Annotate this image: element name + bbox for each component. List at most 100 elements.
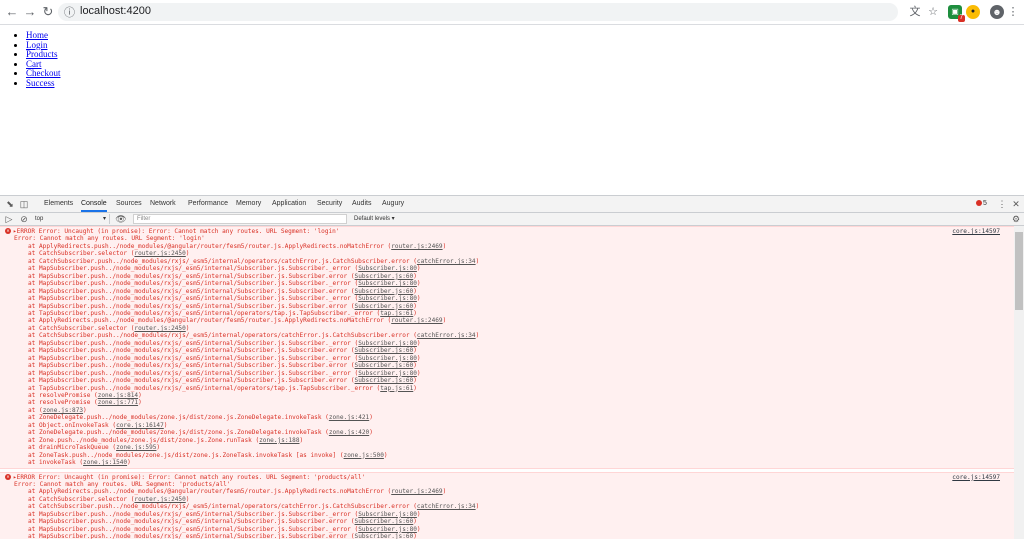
console-output[interactable]: ✕▸ERROR Error: Uncaught (in promise): Er… xyxy=(0,226,1014,539)
stack-frame: at MapSubscriber.push../node_modules/rxj… xyxy=(0,370,1014,377)
stack-frame-link[interactable]: Subscriber.js:60 xyxy=(355,362,414,369)
sidebar-toggle-icon[interactable]: ▷ xyxy=(3,213,15,225)
console-error-message: ✕▸ERROR Error: Uncaught (in promise): Er… xyxy=(0,226,1014,469)
nav-link-home[interactable]: Home xyxy=(26,30,48,40)
stack-frame-link[interactable]: zone.js:188 xyxy=(259,437,299,444)
stack-frame-text: at CatchSubscriber.selector xyxy=(28,325,127,332)
stack-frame-link[interactable]: catchError.js:34 xyxy=(417,503,476,510)
stack-frame-link[interactable]: Subscriber.js:60 xyxy=(355,377,414,384)
error-header[interactable]: ✕▸ERROR Error: Uncaught (in promise): Er… xyxy=(0,228,1014,235)
stack-frame-link[interactable]: zone.js:420 xyxy=(329,429,369,436)
error-source-link[interactable]: core.js:14597 xyxy=(952,474,1000,481)
stack-frame-link[interactable]: Subscriber.js:80 xyxy=(358,295,417,302)
clear-console-icon[interactable]: ⊘ xyxy=(18,213,30,225)
stack-frame-text: at CatchSubscriber.push../node_modules/r… xyxy=(28,503,410,510)
extension-icon[interactable]: ▣7 xyxy=(948,5,962,19)
extension-round-icon[interactable]: ● xyxy=(966,5,980,19)
stack-frame: at drainMicroTaskQueue (zone.js:595) xyxy=(0,444,1014,451)
stack-frame-link[interactable]: zone.js:1540 xyxy=(83,459,127,466)
stack-frame-link[interactable]: Subscriber.js:60 xyxy=(355,288,414,295)
stack-frame-link[interactable]: zone.js:421 xyxy=(329,414,369,421)
error-header[interactable]: ✕▸ERROR Error: Uncaught (in promise): Er… xyxy=(0,474,1014,481)
scrollbar-thumb[interactable] xyxy=(1015,232,1023,310)
stack-frame-link[interactable]: zone.js:873 xyxy=(43,407,83,414)
close-devtools-icon[interactable]: ✕ xyxy=(1010,198,1022,210)
stack-frame-link[interactable]: Subscriber.js:60 xyxy=(355,273,414,280)
stack-frame-link[interactable]: Subscriber.js:80 xyxy=(358,526,417,533)
device-toolbar-icon[interactable]: ◫ xyxy=(18,198,30,210)
nav-item: Checkout xyxy=(26,69,1024,79)
stack-frame-link[interactable]: Subscriber.js:80 xyxy=(358,265,417,272)
stack-frame-link[interactable]: Subscriber.js:60 xyxy=(355,303,414,310)
stack-frame-link[interactable]: Subscriber.js:80 xyxy=(358,370,417,377)
stack-frame-text: at MapSubscriber.push../node_modules/rxj… xyxy=(28,377,347,384)
info-icon[interactable]: ⓘ xyxy=(64,4,75,20)
stack-frame-link[interactable]: core.js:16147 xyxy=(116,422,164,429)
nav-item: Cart xyxy=(26,60,1024,70)
tab-console[interactable]: Console xyxy=(81,196,107,212)
stack-frame-link[interactable]: Subscriber.js:60 xyxy=(355,347,414,354)
stack-frame-link[interactable]: zone.js:771 xyxy=(98,399,138,406)
inspect-element-icon[interactable]: ⬊ xyxy=(4,198,16,210)
error-source-link[interactable]: core.js:14597 xyxy=(952,228,1000,235)
tab-performance[interactable]: Performance xyxy=(188,196,228,212)
stack-frame-link[interactable]: router.js:2450 xyxy=(134,325,185,332)
stack-frame-link[interactable]: zone.js:814 xyxy=(98,392,138,399)
stack-frame-link[interactable]: router.js:2469 xyxy=(391,488,442,495)
error-message-text: Error: Cannot match any routes. URL Segm… xyxy=(0,235,1014,242)
translate-icon[interactable]: 文 xyxy=(908,5,922,19)
nav-link-login[interactable]: Login xyxy=(26,40,48,50)
stack-frame-link[interactable]: catchError.js:34 xyxy=(417,332,476,339)
stack-frame-link[interactable]: Subscriber.js:80 xyxy=(358,280,417,287)
nav-link-checkout[interactable]: Checkout xyxy=(26,68,61,78)
nav-link-success[interactable]: Success xyxy=(26,78,55,88)
stack-frame-link[interactable]: Subscriber.js:80 xyxy=(358,340,417,347)
context-select[interactable]: top ▾ xyxy=(35,214,110,224)
stack-frame-link[interactable]: Subscriber.js:80 xyxy=(358,511,417,518)
tab-application[interactable]: Application xyxy=(272,196,306,212)
stack-frame-link[interactable]: tap.js:61 xyxy=(380,385,413,392)
tab-augury[interactable]: Augury xyxy=(382,196,404,212)
stack-frame: at TapSubscriber.push../node_modules/rxj… xyxy=(0,385,1014,392)
stack-frame-link[interactable]: router.js:2469 xyxy=(391,317,442,324)
live-expression-eye-icon[interactable]: 👁 xyxy=(115,213,127,225)
menu-kebab-icon[interactable]: ⋮ xyxy=(1006,5,1020,19)
stack-frame-text: at MapSubscriber.push../node_modules/rxj… xyxy=(28,273,347,280)
tab-sources[interactable]: Sources xyxy=(116,196,142,212)
stack-frame-link[interactable]: router.js:2450 xyxy=(134,496,185,503)
stack-frame-link[interactable]: tap.js:61 xyxy=(380,310,413,317)
tab-security[interactable]: Security xyxy=(317,196,342,212)
filter-input[interactable]: Filter xyxy=(133,214,347,224)
tab-audits[interactable]: Audits xyxy=(352,196,371,212)
console-scrollbar[interactable] xyxy=(1014,226,1024,539)
stack-frame: at ZoneDelegate.push../node_modules/zone… xyxy=(0,414,1014,421)
profile-avatar-icon[interactable]: ☻ xyxy=(990,5,1004,19)
stack-frame-text: at drainMicroTaskQueue xyxy=(28,444,109,451)
tab-elements[interactable]: Elements xyxy=(44,196,73,212)
error-counter[interactable]: 5 xyxy=(976,198,987,210)
stack-frame: at resolvePromise (zone.js:814) xyxy=(0,392,1014,399)
stack-frame-link[interactable]: Subscriber.js:60 xyxy=(355,518,414,525)
forward-icon[interactable]: → xyxy=(22,4,38,20)
stack-frame: at CatchSubscriber.push../node_modules/r… xyxy=(0,332,1014,339)
bookmark-star-icon[interactable]: ☆ xyxy=(926,5,940,19)
stack-frame-link[interactable]: zone.js:500 xyxy=(344,452,384,459)
stack-frame-link[interactable]: Subscriber.js:60 xyxy=(355,533,414,539)
reload-icon[interactable]: ↻ xyxy=(40,4,56,20)
devtools-menu-icon[interactable]: ⋮ xyxy=(996,198,1008,210)
nav-item: Success xyxy=(26,79,1024,89)
nav-link-products[interactable]: Products xyxy=(26,49,58,59)
stack-frame-link[interactable]: router.js:2450 xyxy=(134,250,185,257)
stack-frame-link[interactable]: Subscriber.js:80 xyxy=(358,355,417,362)
stack-frame-link[interactable]: router.js:2469 xyxy=(391,243,442,250)
console-settings-gear-icon[interactable]: ⚙ xyxy=(1010,213,1022,225)
log-levels-select[interactable]: Default levels ▾ xyxy=(354,214,395,224)
stack-frame-link[interactable]: catchError.js:34 xyxy=(417,258,476,265)
nav-link-cart[interactable]: Cart xyxy=(26,59,42,69)
address-bar[interactable]: ⓘ localhost:4200 xyxy=(58,3,898,21)
tab-memory[interactable]: Memory xyxy=(236,196,261,212)
stack-frame-link[interactable]: zone.js:595 xyxy=(116,444,156,451)
stack-frame: at MapSubscriber.push../node_modules/rxj… xyxy=(0,347,1014,354)
tab-network[interactable]: Network xyxy=(150,196,176,212)
back-icon[interactable]: ← xyxy=(4,4,20,20)
